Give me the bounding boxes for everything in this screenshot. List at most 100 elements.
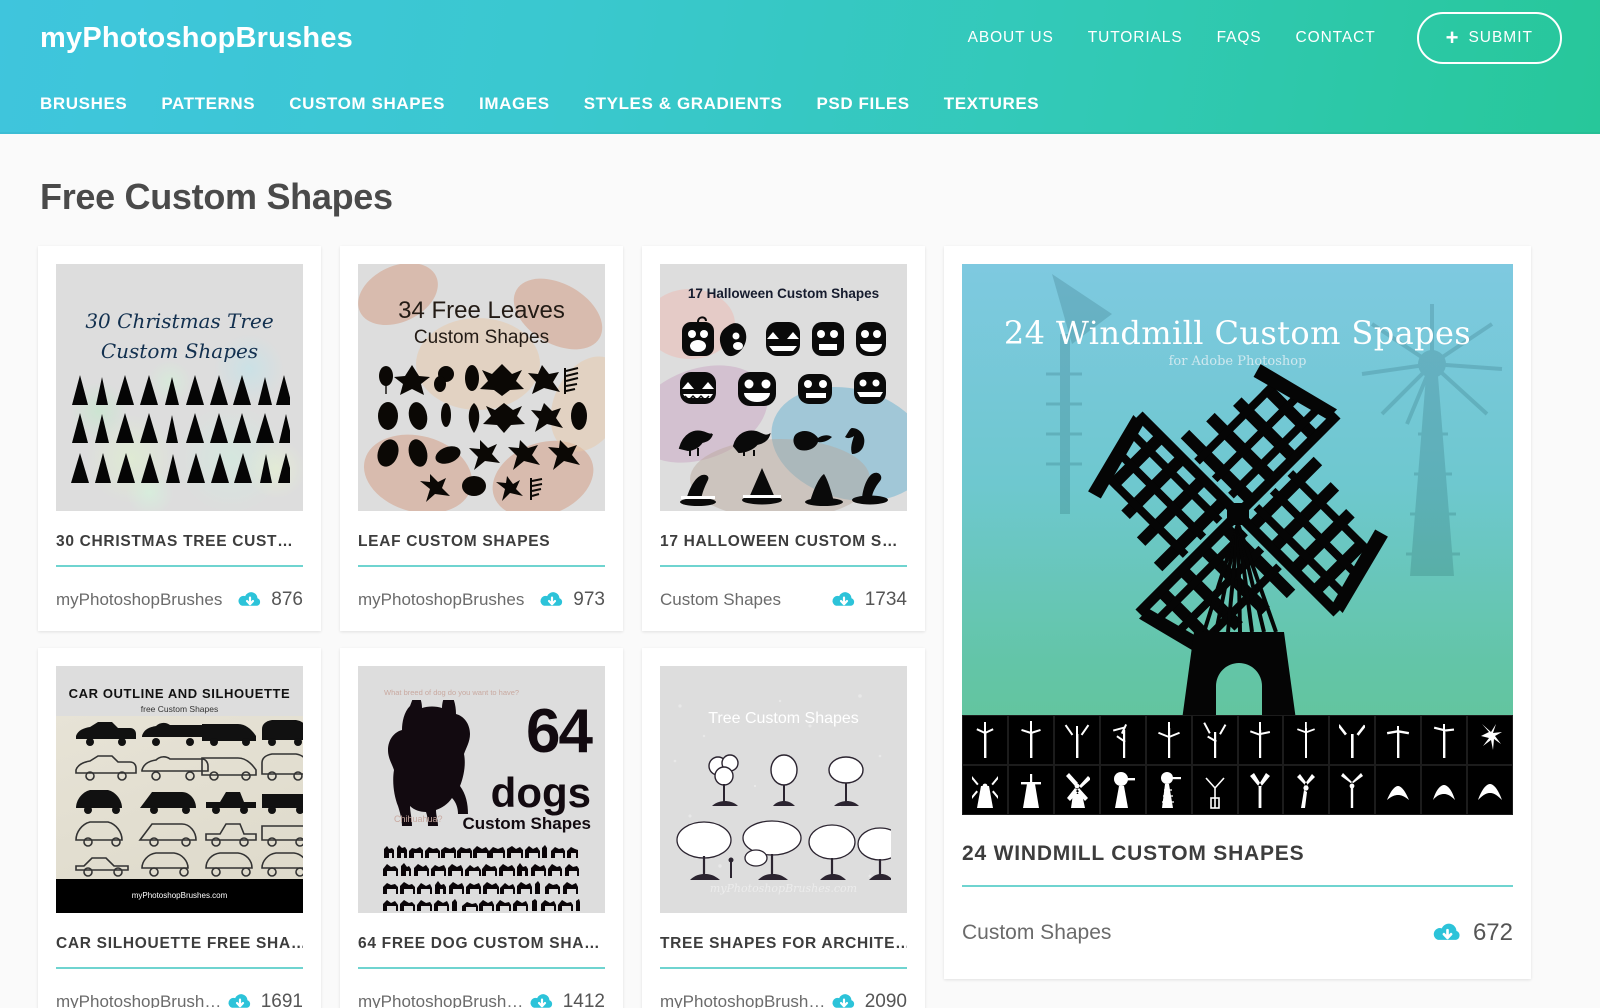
shape-cell xyxy=(1467,715,1513,765)
shape-cell xyxy=(1099,715,1146,765)
windpump-icon xyxy=(1160,772,1181,808)
wind-turbine-icon xyxy=(1341,773,1364,808)
thumb-art-row xyxy=(358,439,605,471)
featured-shape-card[interactable]: 24 Windmill Custom Spapes for Adobe Phot… xyxy=(944,246,1531,979)
thumb-headline: CAR OUTLINE AND SILHOUETTE xyxy=(68,686,291,701)
turbine-outline-icon xyxy=(1204,777,1225,809)
nav-contact[interactable]: CONTACT xyxy=(1279,29,1393,47)
christmas-tree-icon xyxy=(71,413,290,443)
card-meta: Custom Shapes 1734 xyxy=(660,567,907,631)
thumb-headline: 34 Free Leaves xyxy=(398,297,565,324)
strip-row xyxy=(962,765,1513,815)
card-author: myPhotoshopBrushes xyxy=(358,590,525,609)
cloud-download-icon xyxy=(540,592,563,606)
card-thumbnail: 34 Free Leaves Custom Shapes xyxy=(358,264,605,511)
card-title: CAR SILHOUETTE FREE SHA… xyxy=(56,935,303,952)
shape-card[interactable]: Tree Custom Shapes myPhotoshopBrushes.co… xyxy=(642,648,925,1008)
shape-cell xyxy=(1007,715,1054,765)
thumb-art-row xyxy=(660,818,907,888)
dog-silhouette-icon xyxy=(383,845,578,858)
card-thumbnail: CAR OUTLINE AND SILHOUETTE free Custom S… xyxy=(56,666,303,913)
pumpkin-icon xyxy=(682,316,886,357)
featured-thumb-headline: 24 Windmill Custom Spapes xyxy=(1003,314,1472,352)
card-download-stat: 876 xyxy=(237,589,303,611)
thumb-art-row xyxy=(358,364,605,396)
nav-images[interactable]: IMAGES xyxy=(462,94,567,114)
shape-cell xyxy=(1329,765,1376,815)
card-thumbnail: 30 Christmas Tree Custom Shapes xyxy=(56,264,303,511)
shape-cell xyxy=(1421,715,1468,765)
wind-turbine-icon xyxy=(1481,724,1503,750)
shape-cell xyxy=(1375,765,1422,815)
featured-download-stat: 672 xyxy=(1432,919,1513,947)
thumb-mid-label: dogs xyxy=(490,769,591,816)
thumb-art-row xyxy=(358,862,605,877)
wind-turbine-icon xyxy=(1250,722,1271,758)
thumb-art-panel xyxy=(56,716,303,879)
wind-turbine-icon xyxy=(1157,722,1180,758)
shape-card[interactable]: What breed of dog do you want to have? 6… xyxy=(340,648,623,1008)
nav-about-us[interactable]: ABOUT US xyxy=(951,29,1071,47)
thumb-watermark: myPhotoshopBrushes.com xyxy=(709,882,858,895)
card-author: myPhotoshopBrush… xyxy=(358,992,524,1008)
card-title: LEAF CUSTOM SHAPES xyxy=(358,533,551,550)
cloud-download-icon xyxy=(832,592,854,606)
primary-nav: BRUSHES PATTERNS CUSTOM SHAPES IMAGES ST… xyxy=(0,76,1600,132)
site-logo[interactable]: myPhotoshopBrushes xyxy=(40,22,353,55)
card-download-count: 973 xyxy=(573,589,605,610)
christmas-tree-icon xyxy=(71,375,290,405)
shape-card[interactable]: 17 Halloween Custom Shapes 17 HALLOWEEN … xyxy=(642,246,925,631)
nav-psd-files[interactable]: PSD FILES xyxy=(799,94,926,114)
shape-cell xyxy=(962,715,1008,765)
nav-textures[interactable]: TEXTURES xyxy=(927,94,1056,114)
card-meta: myPhotoshopBrush… 1691 xyxy=(56,969,303,1008)
tree-sketch-icon xyxy=(676,820,891,880)
shape-card[interactable]: 30 Christmas Tree Custom Shapes 30 CHRIS… xyxy=(38,246,321,631)
card-thumbnail: 17 Halloween Custom Shapes xyxy=(660,264,907,511)
thumb-headline: 17 Halloween Custom Shapes xyxy=(687,286,880,301)
thumb-big-number: 64 xyxy=(526,697,593,766)
site-header: myPhotoshopBrushes ABOUT US TUTORIALS FA… xyxy=(0,0,1600,134)
card-author: myPhotoshopBrush… xyxy=(56,992,222,1008)
thumb-art-row xyxy=(358,474,605,502)
nav-brushes[interactable]: BRUSHES xyxy=(40,94,144,114)
card-download-count: 1412 xyxy=(562,991,605,1008)
wind-turbine-icon xyxy=(1202,722,1226,758)
featured-download-count: 672 xyxy=(1472,919,1513,946)
utility-nav: ABOUT US TUTORIALS FAQS CONTACT + SUBMIT xyxy=(951,12,1562,64)
nav-custom-shapes[interactable]: CUSTOM SHAPES xyxy=(272,94,462,114)
wind-turbine-icon xyxy=(1064,724,1090,758)
nav-patterns[interactable]: PATTERNS xyxy=(144,94,272,114)
card-author: myPhotoshopBrush… xyxy=(660,992,826,1008)
card-title: 64 FREE DOG CUSTOM SHA… xyxy=(358,935,601,952)
nav-styles-gradients[interactable]: STYLES & GRADIENTS xyxy=(567,94,800,114)
card-download-count: 2090 xyxy=(864,991,907,1008)
thumb-art-row xyxy=(56,451,303,485)
card-meta: myPhotoshopBrush… 1412 xyxy=(358,969,605,1008)
thumb-subline: Custom Shapes xyxy=(413,327,550,348)
car-silhouette-icon xyxy=(75,720,303,877)
shape-card[interactable]: 34 Free Leaves Custom Shapes LEAF CUSTOM… xyxy=(340,246,623,631)
thumb-caption: Chihuahua? xyxy=(394,814,443,824)
blade-curve-icon xyxy=(1433,785,1456,800)
dog-silhouette-icon xyxy=(382,881,578,894)
thumb-headline: Tree Custom Shapes xyxy=(708,710,859,727)
cloud-download-icon xyxy=(530,994,552,1008)
thumb-subline: free Custom Shapes xyxy=(140,704,219,714)
thumb-art-row xyxy=(358,844,605,859)
shape-cell xyxy=(1145,715,1192,765)
submit-button[interactable]: + SUBMIT xyxy=(1416,12,1562,64)
thumb-subline: Custom Shapes xyxy=(100,339,259,363)
card-title: 30 CHRISTMAS TREE CUST… xyxy=(56,533,294,550)
thumb-question: What breed of dog do you want to have? xyxy=(384,688,520,697)
wind-turbine-icon xyxy=(1433,724,1455,758)
cloud-download-icon xyxy=(228,994,250,1008)
thumb-small-label: Custom Shapes xyxy=(462,814,591,833)
nav-tutorials[interactable]: TUTORIALS xyxy=(1071,29,1200,47)
strip-row xyxy=(962,715,1513,765)
wind-turbine-icon xyxy=(1021,721,1041,758)
nav-faqs[interactable]: FAQS xyxy=(1200,29,1279,47)
card-thumbnail: Tree Custom Shapes myPhotoshopBrushes.co… xyxy=(660,666,907,913)
shape-cell xyxy=(1283,765,1330,815)
shape-card[interactable]: CAR OUTLINE AND SILHOUETTE free Custom S… xyxy=(38,648,321,1008)
